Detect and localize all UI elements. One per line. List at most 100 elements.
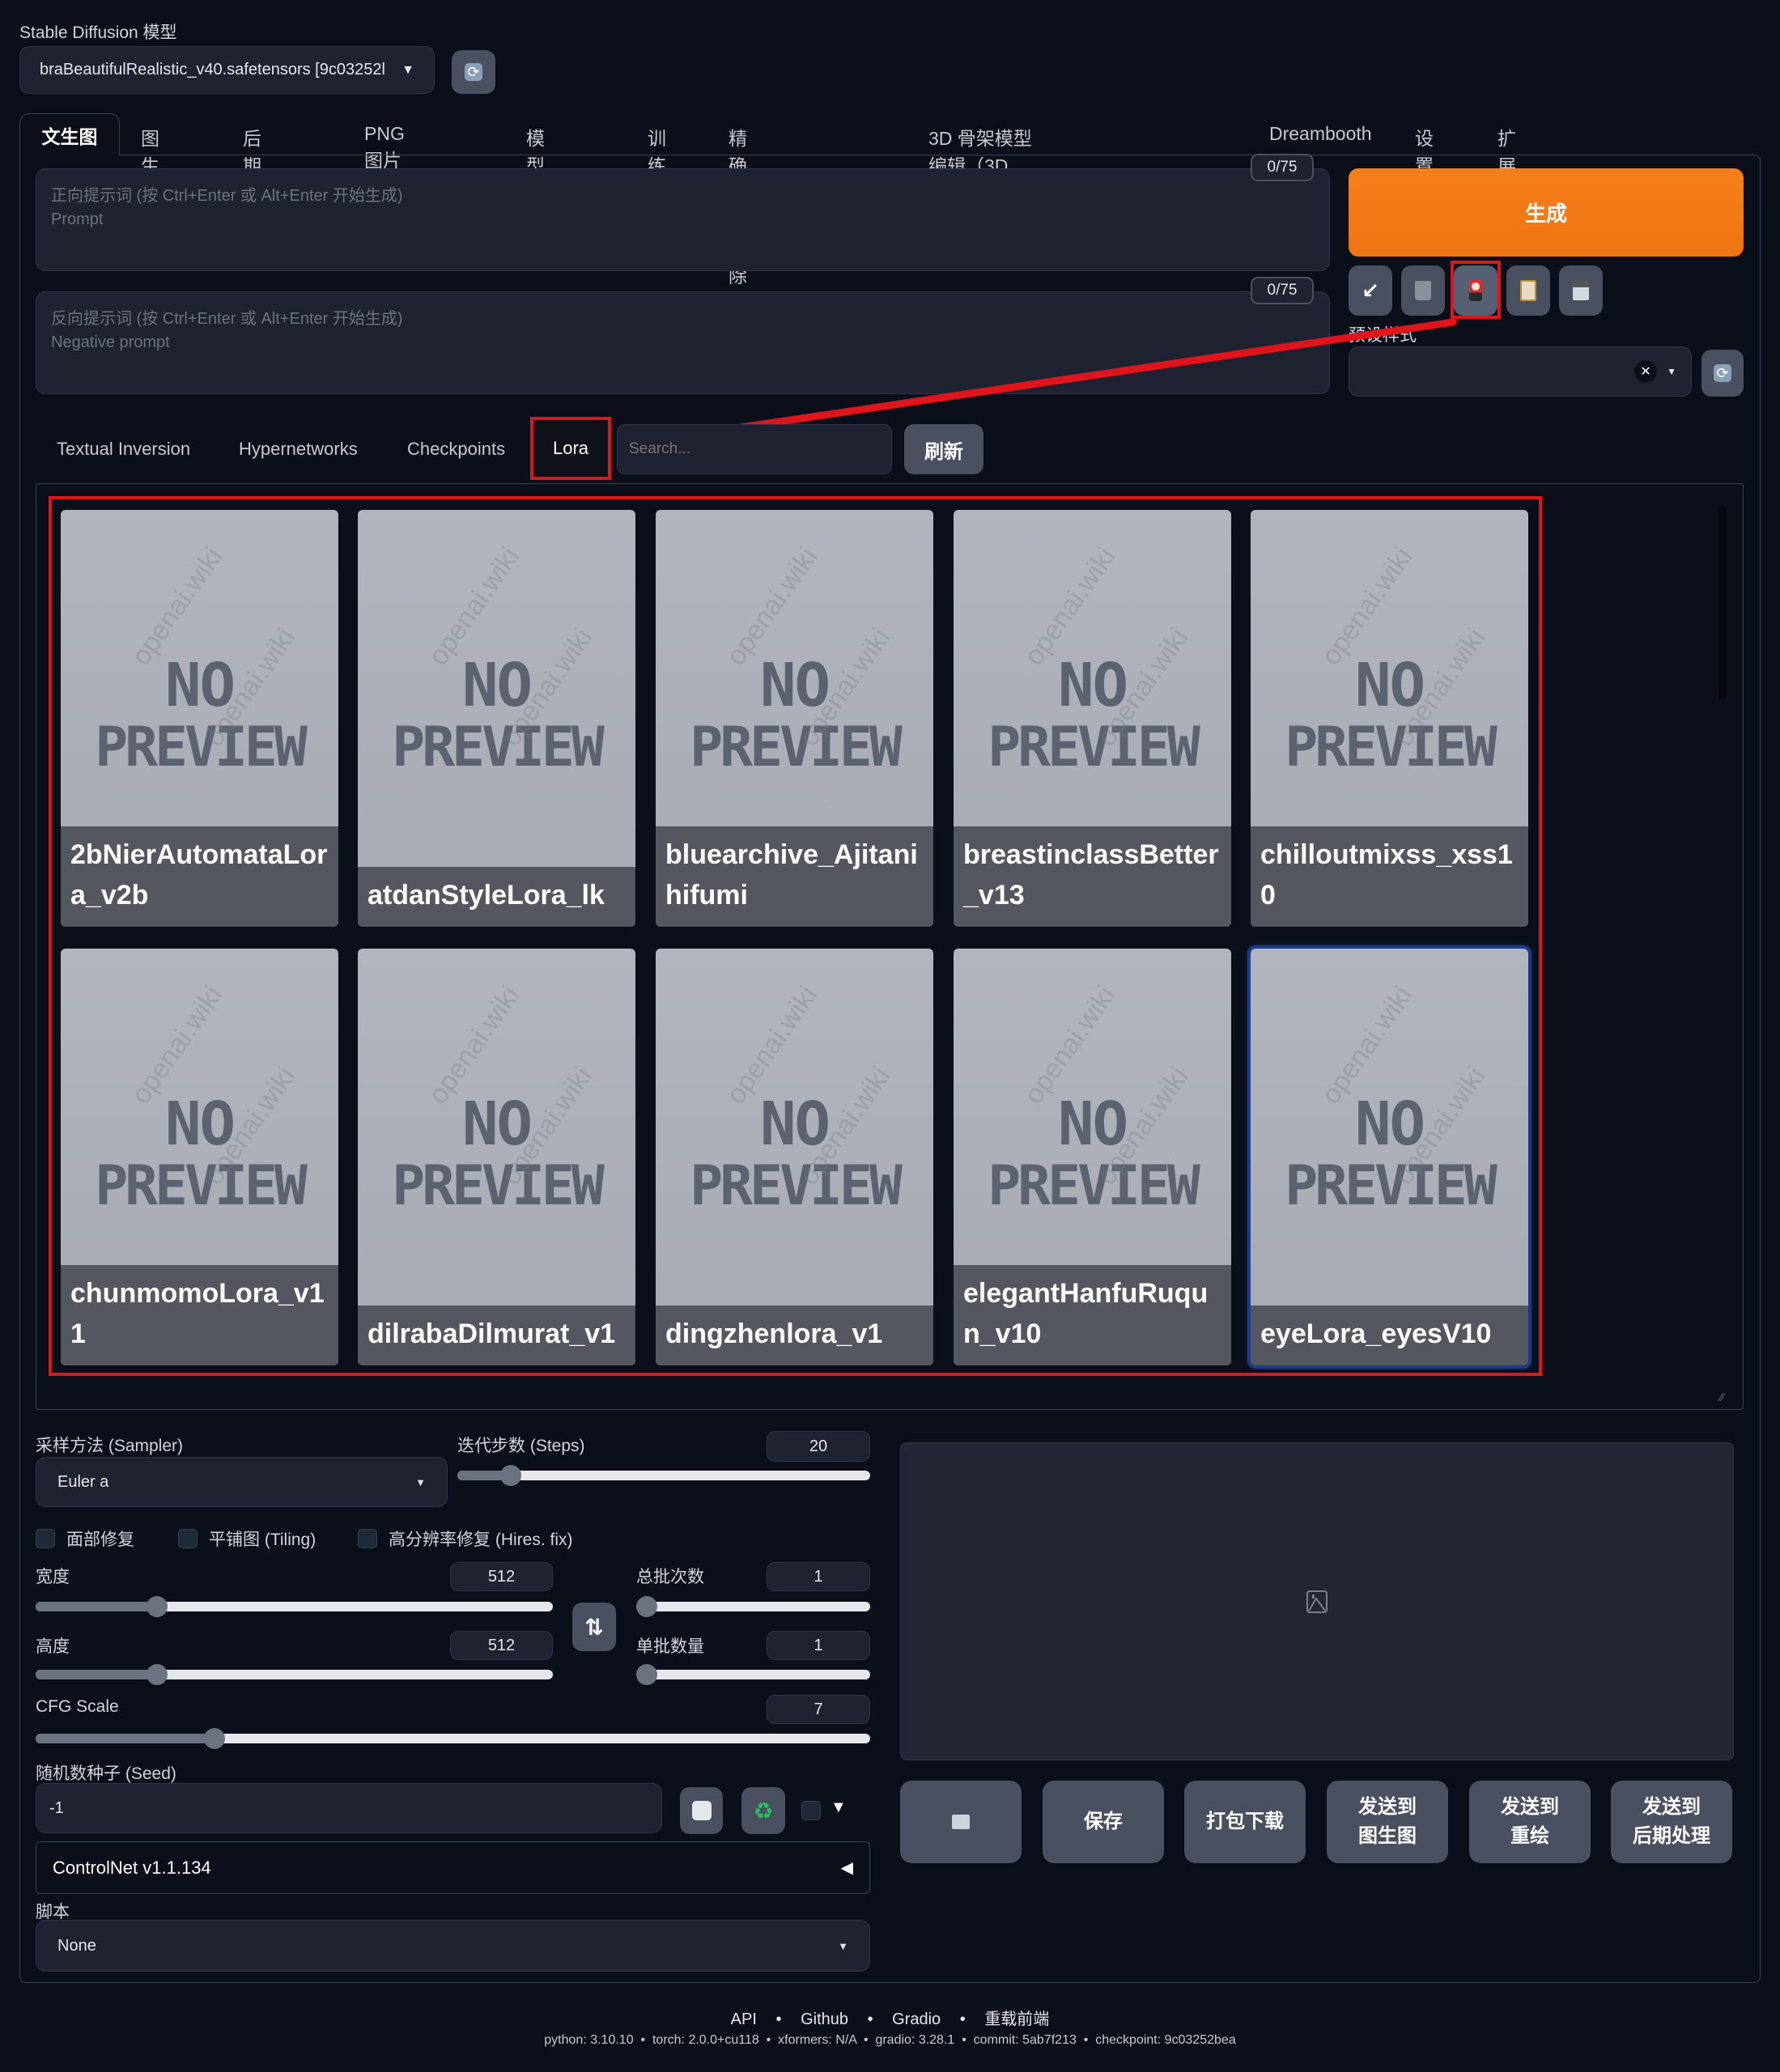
lora-card[interactable]: openai.wiki NO PREVIEW openai.wiki chilloutm…: [1251, 510, 1528, 927]
send-to-img2img-button[interactable]: 发送到 图生图: [1327, 1781, 1448, 1863]
lora-card[interactable]: openai.wiki NO PREVIEW openai.wiki dingzhenl…: [656, 949, 933, 1365]
slider-fill: [36, 1670, 158, 1679]
reuse-seed-button[interactable]: ♻: [741, 1787, 785, 1834]
slider-thumb[interactable]: [147, 1664, 168, 1685]
no-preview-text: PREVIEW: [690, 1154, 903, 1218]
slider-fill: [36, 1734, 215, 1743]
lora-card[interactable]: openai.wiki NO PREVIEW openai.wiki dilrabaDi…: [358, 949, 635, 1365]
no-preview-image: NO PREVIEW: [61, 656, 338, 780]
cfg-input[interactable]: 7: [767, 1695, 870, 1724]
footer-versions: python: 3.10.10 • torch: 2.0.0+cu118 • x…: [544, 2033, 1236, 2047]
batch-size-input[interactable]: 1: [767, 1631, 870, 1660]
seed-label: 随机数种子 (Seed): [36, 1764, 176, 1783]
tab-checkpoints[interactable]: Checkpoints: [407, 439, 505, 460]
extra-networks-search-input[interactable]: [617, 424, 892, 474]
extra-networks-refresh-button[interactable]: 刷新: [904, 424, 983, 474]
footer-github-link[interactable]: Github: [801, 2010, 848, 2028]
steps-input[interactable]: 20: [767, 1431, 870, 1462]
cards-scrollbar[interactable]: [1718, 506, 1727, 700]
lora-card[interactable]: openai.wiki NO PREVIEW openai.wiki atdanStyl…: [358, 510, 635, 927]
tiling-checkbox[interactable]: 平铺图 (Tiling): [178, 1526, 316, 1551]
sampler-label: 采样方法 (Sampler): [36, 1437, 184, 1455]
no-preview-text: NO: [461, 1089, 533, 1159]
height-label: 高度: [36, 1637, 70, 1656]
image-icon: [1306, 1590, 1328, 1613]
no-preview-image: NO PREVIEW: [954, 1094, 1231, 1219]
cfg-slider[interactable]: [36, 1728, 870, 1749]
slider-thumb[interactable]: [147, 1596, 168, 1617]
slider-track[interactable]: [36, 1596, 553, 1617]
footer-links: API • Github • Gradio • 重载前端: [0, 2006, 1780, 2029]
no-preview-image: NO PREVIEW: [656, 656, 933, 780]
extra-seed-checkbox[interactable]: [801, 1801, 821, 1820]
slider-thumb[interactable]: [636, 1596, 657, 1617]
extra-seed-toggle-icon[interactable]: ▼: [831, 1798, 847, 1817]
seed-input[interactable]: -1: [36, 1783, 662, 1833]
hires-fix-checkbox[interactable]: 高分辨率修复 (Hires. fix): [358, 1526, 573, 1551]
tab-hypernetworks[interactable]: Hypernetworks: [239, 439, 358, 460]
no-preview-image: NO PREVIEW: [61, 1094, 338, 1219]
lora-card-name: chilloutmixss_xss10: [1251, 826, 1528, 927]
swap-dimensions-button[interactable]: ⇅: [572, 1603, 616, 1651]
random-seed-button[interactable]: [680, 1787, 723, 1834]
no-preview-text: PREVIEW: [1285, 715, 1497, 779]
no-preview-text: PREVIEW: [95, 1154, 308, 1218]
chevron-down-icon: ▼: [838, 1939, 848, 1952]
checkbox-box[interactable]: [36, 1529, 55, 1548]
no-preview-text: NO: [1354, 1089, 1425, 1159]
checkbox-box[interactable]: [178, 1529, 198, 1548]
batch-count-input[interactable]: 1: [767, 1562, 870, 1591]
height-slider[interactable]: [36, 1664, 553, 1685]
resize-handle-icon[interactable]: ⁄⁄: [1720, 1391, 1724, 1403]
lora-card[interactable]: openai.wiki NO PREVIEW openai.wiki bluearchi…: [656, 510, 933, 927]
height-input[interactable]: 512: [450, 1631, 553, 1660]
open-folder-button[interactable]: [900, 1781, 1022, 1863]
width-input[interactable]: 512: [450, 1562, 553, 1591]
checkbox-box[interactable]: [358, 1529, 377, 1548]
controlnet-accordion[interactable]: ControlNet v1.1.134 ◀: [36, 1841, 870, 1894]
tab-lora[interactable]: Lora: [530, 417, 611, 480]
no-preview-text: NO: [164, 651, 236, 720]
lora-card[interactable]: openai.wiki NO PREVIEW openai.wiki 2bNierAut…: [61, 510, 338, 927]
batch-size-slider[interactable]: [636, 1664, 870, 1685]
separator: •: [775, 2010, 782, 2028]
tab-textual-inversion[interactable]: Textual Inversion: [57, 439, 190, 460]
separator: •: [867, 2010, 873, 2028]
batch-count-slider[interactable]: [636, 1596, 870, 1617]
steps-label: 迭代步数 (Steps): [457, 1437, 585, 1455]
no-preview-text: NO: [759, 651, 831, 720]
lora-card[interactable]: openai.wiki NO PREVIEW openai.wiki elegantHa…: [954, 949, 1231, 1365]
slider-track[interactable]: [636, 1596, 870, 1617]
send-to-extras-button[interactable]: 发送到 后期处理: [1611, 1781, 1732, 1863]
no-preview-text: NO: [461, 651, 533, 720]
slider-track[interactable]: [457, 1465, 870, 1486]
footer-gradio-link[interactable]: Gradio: [892, 2010, 941, 2028]
footer-reload-ui-link[interactable]: 重载前端: [984, 2010, 1049, 2028]
lora-card[interactable]: openai.wiki NO PREVIEW openai.wiki eyeLora_e…: [1247, 945, 1531, 1369]
slider-thumb[interactable]: [203, 1728, 225, 1749]
zip-button[interactable]: 打包下载: [1184, 1781, 1306, 1863]
lora-card[interactable]: openai.wiki NO PREVIEW openai.wiki chunmomoL…: [61, 949, 338, 1365]
slider-fill: [36, 1602, 158, 1611]
face-restore-checkbox[interactable]: 面部修复: [36, 1526, 134, 1551]
width-slider[interactable]: [36, 1596, 553, 1617]
slider-track[interactable]: [636, 1664, 870, 1685]
lora-card-name: dingzhenlora_v1: [656, 1306, 933, 1365]
lora-card[interactable]: openai.wiki NO PREVIEW openai.wiki breastinc…: [954, 510, 1231, 927]
steps-slider[interactable]: [457, 1465, 870, 1486]
footer-api-link[interactable]: API: [731, 2010, 757, 2028]
no-preview-image: NO PREVIEW: [1251, 656, 1528, 780]
save-button[interactable]: 保存: [1043, 1781, 1164, 1863]
slider-track[interactable]: [36, 1728, 870, 1749]
script-dropdown[interactable]: None ▼: [36, 1920, 870, 1972]
no-preview-text: PREVIEW: [988, 715, 1200, 779]
no-preview-text: PREVIEW: [1285, 1154, 1497, 1218]
separator: •: [959, 2010, 966, 2028]
slider-thumb[interactable]: [636, 1664, 657, 1685]
no-preview-image: NO PREVIEW: [954, 656, 1231, 780]
sampler-dropdown[interactable]: Euler a ▼: [36, 1457, 448, 1507]
lora-card-name: eyeLora_eyesV10: [1251, 1306, 1528, 1365]
tiling-label: 平铺图 (Tiling): [209, 1531, 316, 1549]
send-to-inpaint-button[interactable]: 发送到 重绘: [1469, 1781, 1591, 1863]
slider-track[interactable]: [36, 1664, 553, 1685]
